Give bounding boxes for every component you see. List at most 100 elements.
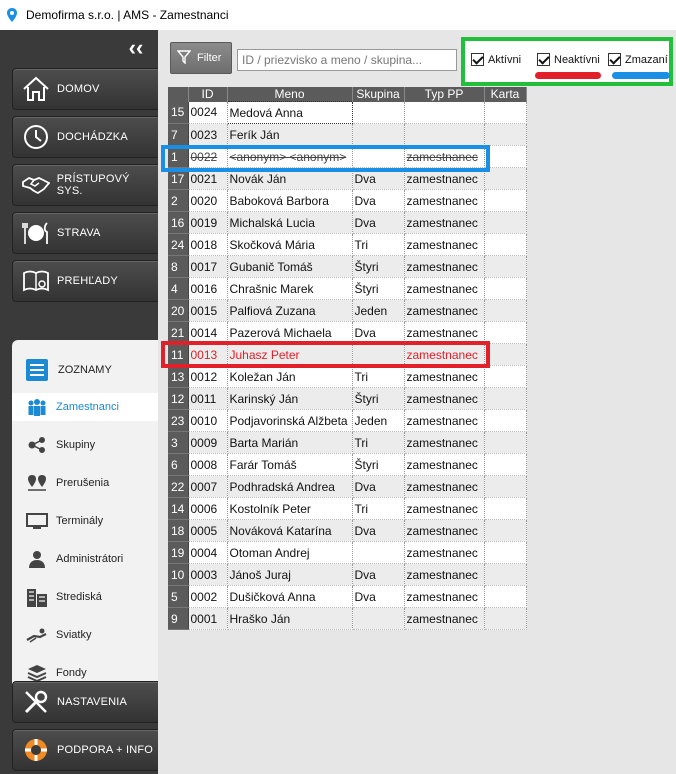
table-row[interactable]: 21 0014 Pazerová Michaela Dva zamestnanec [168,321,527,344]
table-row[interactable]: 4 0016 Chrašnic Marek Štyri zamestnanec [168,277,527,300]
cell-typ-pp[interactable]: zamestnanec [404,431,485,454]
cell-typ-pp[interactable]: zamestnanec [404,387,485,410]
cell-karta[interactable] [484,563,527,586]
table-row[interactable]: 5 0002 Dušičková Anna Dva zamestnanec [168,585,527,608]
cell-skupina[interactable]: Dva [352,211,405,234]
table-row[interactable]: 8 0017 Gubanič Tomáš Štyri zamestnanec [168,255,527,278]
cell-meno[interactable]: Koležan Ján [227,365,353,388]
cell-karta[interactable] [484,475,527,498]
cell-typ-pp[interactable]: zamestnanec [404,343,485,366]
cell-karta[interactable] [484,453,527,476]
cell-karta[interactable] [484,277,527,300]
sidebar-item-terminaly[interactable]: Terminály [12,507,158,535]
cell-karta[interactable] [484,585,527,608]
table-row[interactable]: 1 0022 <anonym> <anonym> zamestnanec [168,145,527,168]
check-icon[interactable] [537,53,550,66]
cell-meno[interactable]: Barta Marián [227,431,353,454]
cell-id[interactable]: 0006 [188,497,228,520]
cell-meno[interactable]: <anonym> <anonym> [227,145,353,168]
check-icon[interactable] [471,53,484,66]
cell-meno[interactable]: Otoman Andrej [227,541,353,564]
cell-id[interactable]: 0015 [188,299,228,322]
checkbox-zmazani[interactable]: Zmazaní [608,53,668,66]
cell-meno[interactable]: Pazerová Michaela [227,321,353,344]
cell-id[interactable]: 0013 [188,343,228,366]
cell-skupina[interactable] [352,607,405,630]
cell-karta[interactable] [484,145,527,168]
cell-karta[interactable] [484,255,527,278]
cell-meno[interactable]: Jánoš Juraj [227,563,353,586]
cell-typ-pp[interactable]: zamestnanec [404,475,485,498]
table-row[interactable]: 18 0005 Nováková Katarína Dva zamestnanec [168,519,527,542]
cell-meno[interactable]: Kostolník Peter [227,497,353,520]
cell-skupina[interactable]: Jeden [352,409,405,432]
cell-skupina[interactable]: Dva [352,519,405,542]
cell-skupina[interactable]: Dva [352,563,405,586]
cell-typ-pp[interactable]: zamestnanec [404,541,485,564]
cell-id[interactable]: 0012 [188,365,228,388]
cell-meno[interactable]: Michalská Lucia [227,211,353,234]
cell-id[interactable]: 0016 [188,277,228,300]
nav-prehlady[interactable]: PREHĽADY [12,260,158,302]
cell-karta[interactable] [484,101,527,124]
cell-typ-pp[interactable]: zamestnanec [404,145,485,168]
cell-skupina[interactable] [352,541,405,564]
cell-id[interactable]: 0001 [188,607,228,630]
cell-id[interactable]: 0022 [188,145,228,168]
cell-skupina[interactable]: Dva [352,475,405,498]
cell-typ-pp[interactable]: zamestnanec [404,453,485,476]
cell-skupina[interactable]: Štyri [352,255,405,278]
sidebar-item-prerusenia[interactable]: Prerušenia [12,469,158,497]
column-header-karta[interactable]: Karta [484,87,527,102]
sidebar-item-strediska[interactable]: Strediská [12,583,158,611]
checkbox-neaktivni[interactable]: Neaktívni [537,53,600,66]
nav-strava[interactable]: STRAVA [12,212,158,254]
checkbox-aktivni[interactable]: Aktívni [471,53,521,66]
cell-karta[interactable] [484,299,527,322]
cell-meno[interactable]: Dušičková Anna [227,585,353,608]
cell-id[interactable]: 0023 [188,123,228,146]
cell-karta[interactable] [484,431,527,454]
cell-typ-pp[interactable] [404,123,485,146]
cell-typ-pp[interactable]: zamestnanec [404,563,485,586]
cell-id[interactable]: 0017 [188,255,228,278]
cell-meno[interactable]: Gubanič Tomáš [227,255,353,278]
cell-karta[interactable] [484,519,527,542]
cell-karta[interactable] [484,409,527,432]
cell-typ-pp[interactable]: zamestnanec [404,255,485,278]
cell-skupina[interactable]: Tri [352,365,405,388]
cell-id[interactable]: 0009 [188,431,228,454]
table-row[interactable]: 17 0021 Novák Ján Dva zamestnanec [168,167,527,190]
cell-meno[interactable]: Chrašnic Marek [227,277,353,300]
cell-skupina[interactable]: Tri [352,497,405,520]
cell-typ-pp[interactable]: zamestnanec [404,233,485,256]
cell-karta[interactable] [484,387,527,410]
cell-skupina[interactable]: Štyri [352,387,405,410]
cell-karta[interactable] [484,233,527,256]
table-row[interactable]: 14 0006 Kostolník Peter Tri zamestnanec [168,497,527,520]
cell-meno[interactable]: Nováková Katarína [227,519,353,542]
sidebar-item-skupiny[interactable]: Skupiny [12,431,158,459]
table-row[interactable]: 20 0015 Palfiová Zuzana Jeden zamestnanec [168,299,527,322]
table-row[interactable]: 13 0012 Koležan Ján Tri zamestnanec [168,365,527,388]
nav-pristupovy-sys[interactable]: PRÍSTUPOVÝ SYS. [12,164,158,206]
cell-skupina[interactable]: Jeden [352,299,405,322]
cell-typ-pp[interactable]: zamestnanec [404,585,485,608]
table-row[interactable]: 24 0018 Skočková Mária Tri zamestnanec [168,233,527,256]
nav-domov[interactable]: DOMOV [12,68,158,110]
cell-meno[interactable]: Podhradská Andrea [227,475,353,498]
sidebar-item-zamestnanci[interactable]: Zamestnanci [12,393,158,421]
cell-meno[interactable]: Podjavorinská Alžbeta [227,409,353,432]
cell-skupina[interactable]: Dva [352,189,405,212]
cell-karta[interactable] [484,189,527,212]
table-row[interactable]: 23 0010 Podjavorinská Alžbeta Jeden zamestna… [168,409,527,432]
cell-skupina[interactable] [352,101,405,124]
cell-meno[interactable]: Novák Ján [227,167,353,190]
cell-skupina[interactable]: Dva [352,585,405,608]
cell-karta[interactable] [484,123,527,146]
table-row[interactable]: 10 0003 Jánoš Juraj Dva zamestnanec [168,563,527,586]
cell-skupina[interactable] [352,123,405,146]
table-row[interactable]: 9 0001 Hraško Ján zamestnanec [168,607,527,630]
cell-skupina[interactable]: Tri [352,431,405,454]
filter-button[interactable]: Filter [170,42,232,74]
